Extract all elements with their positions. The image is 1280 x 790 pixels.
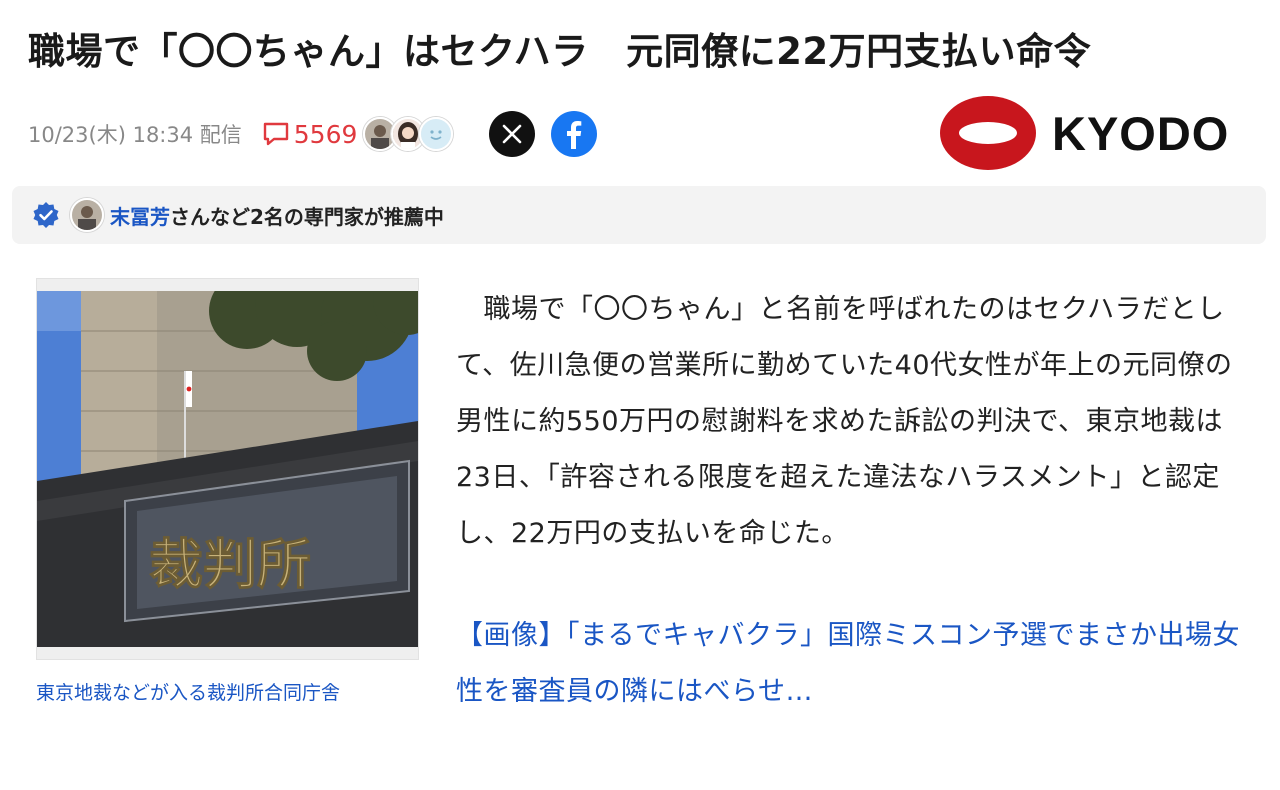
recommendation-text: 末冨芳さんなど2名の専門家が推薦中 — [110, 201, 444, 230]
courthouse-sign-text: 裁判所 — [149, 532, 311, 596]
publish-date: 10/23(木) 18:34 配信 — [28, 123, 242, 147]
comment-count: 5569 — [293, 119, 358, 149]
article-paragraph: 職場で「〇〇ちゃん」と名前を呼ばれたのはセクハラだとして、佐川急便の営業所に勤め… — [456, 294, 1233, 549]
share-facebook-button[interactable] — [551, 111, 598, 157]
article-headline: 職場で「〇〇ちゃん」はセクハラ 元同僚に22万円支払い命令 — [28, 30, 1092, 73]
courthouse-image: 裁判所 — [37, 291, 418, 647]
photo-caption[interactable]: 東京地裁などが入る裁判所合同庁舎 — [36, 678, 340, 705]
article-photo[interactable]: 裁判所 — [36, 278, 419, 660]
comment-count-link[interactable]: 5569 — [262, 119, 358, 149]
publisher-logo[interactable]: KYODO — [938, 94, 1248, 172]
article-body: 職場で「〇〇ちゃん」と名前を呼ばれたのはセクハラだとして、佐川急便の営業所に勤め… — [456, 282, 1256, 562]
avatar — [419, 117, 454, 151]
article-meta: 10/23(木) 18:34 配信 5569 — [28, 110, 598, 158]
recommendation-suffix: さんなど2名の専門家が推薦中 — [170, 204, 444, 229]
speech-bubble-icon — [263, 122, 288, 146]
facebook-icon — [567, 121, 582, 149]
share-x-button[interactable] — [489, 111, 536, 157]
verified-badge-icon — [33, 202, 59, 228]
related-article-link[interactable]: 【画像】「まるでキャバクラ」国際ミスコン予選でまさか出場女性を審査員の隣にはべら… — [456, 608, 1256, 720]
kyodo-logo-icon — [940, 96, 1036, 170]
publisher-name: KYODO — [1052, 106, 1230, 160]
expert-recommendation-bar[interactable]: 末冨芳さんなど2名の専門家が推薦中 — [12, 186, 1266, 244]
expert-avatar — [70, 198, 104, 232]
expert-name[interactable]: 末冨芳 — [110, 205, 170, 229]
x-logo-icon — [503, 124, 522, 144]
commenter-avatars[interactable] — [363, 117, 454, 151]
